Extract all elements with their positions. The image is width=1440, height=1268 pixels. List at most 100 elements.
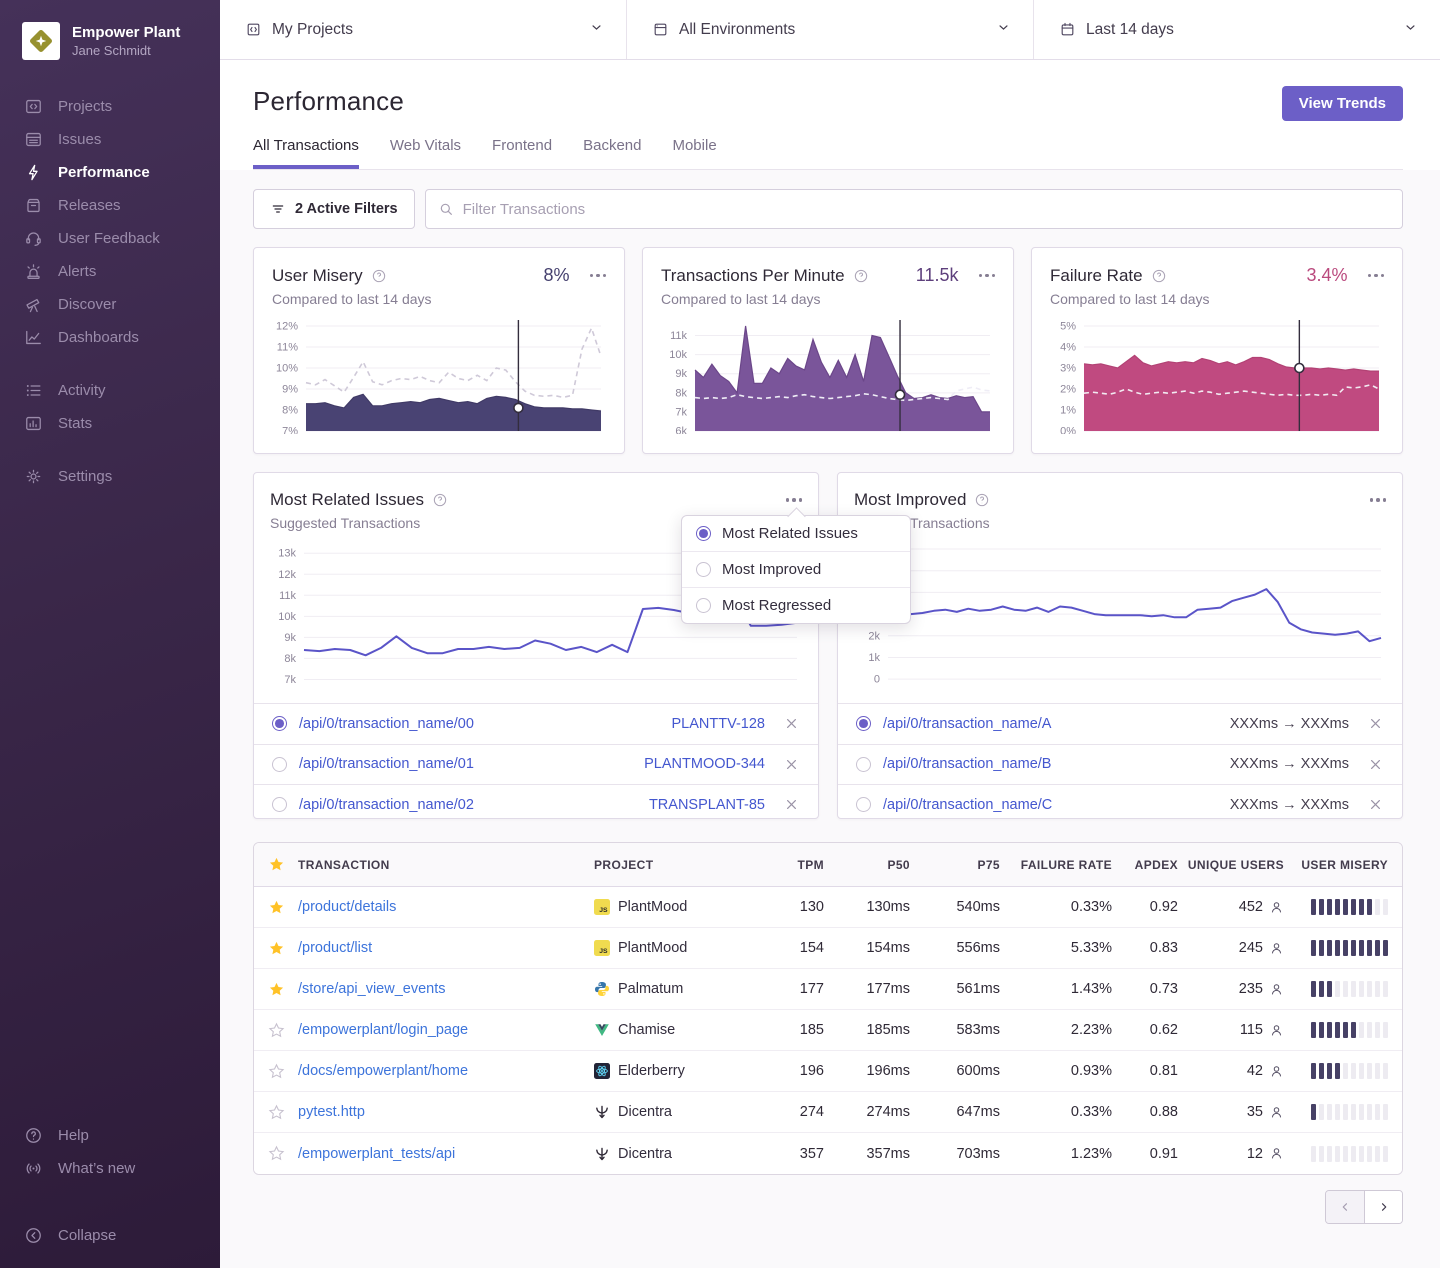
issue-tag-link[interactable]: TRANSPLANT-85 bbox=[649, 797, 765, 813]
menu-item-most-regressed[interactable]: Most Regressed bbox=[682, 587, 910, 623]
transaction-link[interactable]: /empowerplant/login_page bbox=[298, 1022, 594, 1038]
star-toggle[interactable] bbox=[254, 981, 298, 998]
org-switcher[interactable]: Empower Plant Jane Schmidt bbox=[0, 0, 220, 70]
stat-card-menu-button[interactable] bbox=[979, 270, 996, 282]
sidebar-item-stats[interactable]: Stats bbox=[0, 407, 220, 440]
menu-item-most-related-issues[interactable]: Most Related Issues bbox=[682, 516, 910, 551]
star-toggle[interactable] bbox=[254, 1063, 298, 1080]
tpm-value: 130 bbox=[762, 899, 824, 915]
transaction-link[interactable]: /api/0/transaction_name/01 bbox=[299, 756, 632, 772]
transaction-link[interactable]: /product/details bbox=[298, 899, 594, 915]
user-misery-bar bbox=[1284, 1104, 1402, 1120]
column-header-apdex[interactable]: APDEX bbox=[1112, 858, 1178, 872]
date-range-selector[interactable]: Last 14 days bbox=[1034, 0, 1440, 59]
close-icon[interactable] bbox=[1367, 796, 1384, 813]
column-header-transaction[interactable]: TRANSACTION bbox=[298, 858, 594, 872]
stat-card-menu-button[interactable] bbox=[1368, 270, 1385, 282]
sidebar-item-discover[interactable]: Discover bbox=[0, 288, 220, 321]
question-icon[interactable] bbox=[1151, 268, 1167, 284]
widget-menu-button[interactable] bbox=[1370, 494, 1387, 506]
question-icon[interactable] bbox=[371, 268, 387, 284]
column-header-p75[interactable]: P75 bbox=[910, 858, 1000, 872]
transaction-radio[interactable] bbox=[856, 716, 871, 731]
sidebar-item-activity[interactable]: Activity bbox=[0, 374, 220, 407]
menu-item-most-improved[interactable]: Most Improved bbox=[682, 551, 910, 587]
sidebar-item-releases[interactable]: Releases bbox=[0, 189, 220, 222]
issue-tag-link[interactable]: PLANTTV-128 bbox=[672, 716, 766, 732]
transaction-link[interactable]: /empowerplant_tests/api bbox=[298, 1146, 594, 1162]
menu-radio[interactable] bbox=[696, 526, 711, 541]
transaction-link[interactable]: /store/api_view_events bbox=[298, 981, 594, 997]
search-input[interactable] bbox=[463, 201, 1390, 218]
transaction-radio[interactable] bbox=[272, 797, 287, 812]
svg-text:11k: 11k bbox=[670, 330, 687, 342]
environment-selector[interactable]: All Environments bbox=[627, 0, 1034, 59]
tab-backend[interactable]: Backend bbox=[583, 137, 641, 169]
project-icon bbox=[245, 21, 262, 38]
transactions-per-minute-chart[interactable]: 11k10k9k8k7k6k bbox=[661, 318, 995, 434]
tpm-value: 177 bbox=[762, 981, 824, 997]
transaction-link[interactable]: pytest.http bbox=[298, 1104, 594, 1120]
sidebar-item-dashboards[interactable]: Dashboards bbox=[0, 321, 220, 354]
star-toggle[interactable] bbox=[254, 940, 298, 957]
sidebar-item-collapse[interactable]: Collapse bbox=[0, 1219, 220, 1252]
close-icon[interactable] bbox=[1367, 756, 1384, 773]
active-filters-button[interactable]: 2 Active Filters bbox=[253, 189, 415, 229]
sidebar-item-settings[interactable]: Settings bbox=[0, 460, 220, 493]
question-icon[interactable] bbox=[974, 492, 990, 508]
sidebar-item-what-s-new[interactable]: What’s new bbox=[0, 1152, 220, 1185]
transaction-radio[interactable] bbox=[272, 716, 287, 731]
menu-radio[interactable] bbox=[696, 598, 711, 613]
transaction-link[interactable]: /api/0/transaction_name/C bbox=[883, 797, 1218, 813]
star-toggle[interactable] bbox=[254, 1022, 298, 1039]
tab-mobile[interactable]: Mobile bbox=[672, 137, 716, 169]
transaction-link[interactable]: /api/0/transaction_name/02 bbox=[299, 797, 637, 813]
tab-frontend[interactable]: Frontend bbox=[492, 137, 552, 169]
failure-rate-chart[interactable]: 5%4%3%2%1%0% bbox=[1050, 318, 1384, 434]
next-page-button[interactable] bbox=[1364, 1191, 1402, 1223]
sidebar-item-help[interactable]: Help bbox=[0, 1119, 220, 1152]
filter-icon bbox=[270, 201, 286, 217]
star-toggle[interactable] bbox=[254, 1145, 298, 1162]
most-improved-chart[interactable]: 6k5k4k3k2k1k0 bbox=[854, 541, 1386, 693]
tab-all-transactions[interactable]: All Transactions bbox=[253, 137, 359, 169]
close-icon[interactable] bbox=[783, 715, 800, 732]
sidebar-item-issues[interactable]: Issues bbox=[0, 123, 220, 156]
tab-web-vitals[interactable]: Web Vitals bbox=[390, 137, 461, 169]
transaction-link[interactable]: /product/list bbox=[298, 940, 594, 956]
sidebar-item-projects[interactable]: Projects bbox=[0, 90, 220, 123]
star-toggle[interactable] bbox=[254, 899, 298, 916]
column-header-project[interactable]: PROJECT bbox=[594, 858, 762, 872]
star-toggle[interactable] bbox=[254, 1104, 298, 1121]
sidebar-item-alerts[interactable]: Alerts bbox=[0, 255, 220, 288]
transaction-link[interactable]: /api/0/transaction_name/B bbox=[883, 756, 1218, 772]
project-selector[interactable]: My Projects bbox=[220, 0, 627, 59]
transaction-link[interactable]: /api/0/transaction_name/A bbox=[883, 716, 1218, 732]
transaction-radio[interactable] bbox=[272, 757, 287, 772]
transaction-radio[interactable] bbox=[856, 757, 871, 772]
close-icon[interactable] bbox=[1367, 715, 1384, 732]
sidebar-item-label: Releases bbox=[58, 197, 121, 214]
column-header-tpm[interactable]: TPM bbox=[762, 858, 824, 872]
column-header-p50[interactable]: P50 bbox=[824, 858, 910, 872]
issue-tag-link[interactable]: PLANTMOOD-344 bbox=[644, 756, 765, 772]
sidebar-item-performance[interactable]: Performance bbox=[0, 156, 220, 189]
user-misery-chart[interactable]: 12%11%10%9%8%7% bbox=[272, 318, 606, 434]
sidebar-item-user-feedback[interactable]: User Feedback bbox=[0, 222, 220, 255]
column-header-failure-rate[interactable]: FAILURE RATE bbox=[1000, 858, 1112, 872]
close-icon[interactable] bbox=[783, 796, 800, 813]
stat-card-menu-button[interactable] bbox=[590, 270, 607, 282]
transaction-link[interactable]: /docs/empowerplant/home bbox=[298, 1063, 594, 1079]
view-trends-button[interactable]: View Trends bbox=[1282, 86, 1403, 121]
menu-radio[interactable] bbox=[696, 562, 711, 577]
column-header-unique-users[interactable]: UNIQUE USERS bbox=[1178, 858, 1284, 872]
widget-menu-button[interactable] bbox=[786, 494, 803, 506]
column-header-user-misery[interactable]: USER MISERY bbox=[1284, 858, 1402, 872]
prev-page-button[interactable] bbox=[1326, 1191, 1364, 1223]
question-icon[interactable] bbox=[432, 492, 448, 508]
project-cell: Chamise bbox=[594, 1022, 762, 1038]
transaction-radio[interactable] bbox=[856, 797, 871, 812]
close-icon[interactable] bbox=[783, 756, 800, 773]
transaction-link[interactable]: /api/0/transaction_name/00 bbox=[299, 716, 660, 732]
question-icon[interactable] bbox=[853, 268, 869, 284]
